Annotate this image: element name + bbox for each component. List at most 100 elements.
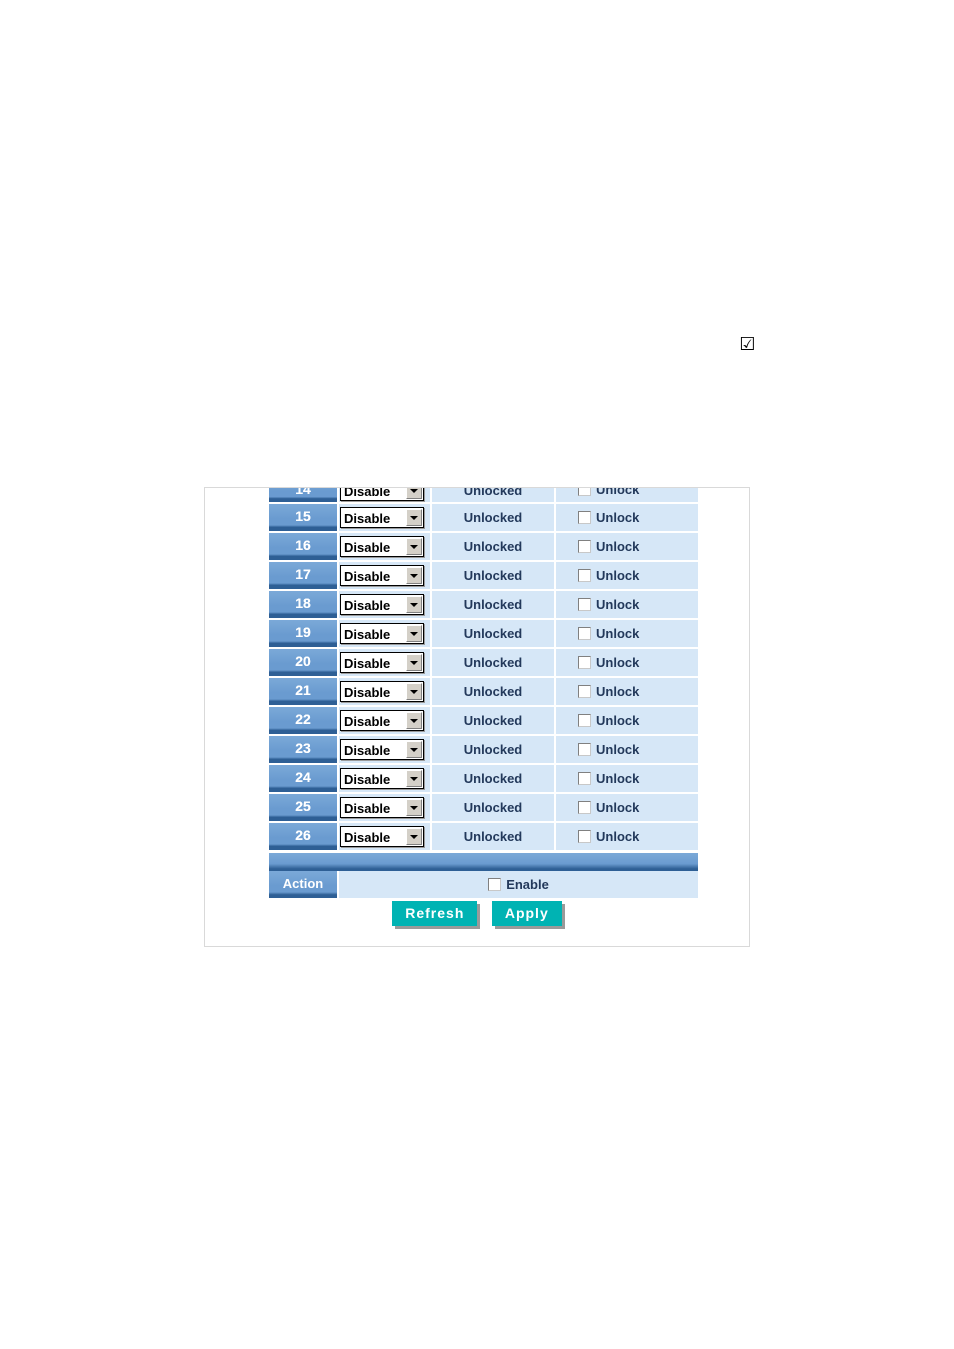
unlock-checkbox[interactable] — [578, 829, 591, 843]
unlock-action-cell: Unlock — [554, 735, 698, 765]
unlock-checkbox[interactable] — [578, 684, 591, 698]
table-row: 15 Disable Unlocked Unlock — [269, 503, 698, 533]
unlock-checkbox[interactable] — [578, 800, 591, 814]
port-number-cell: 15 — [269, 503, 339, 533]
chevron-down-icon[interactable] — [406, 625, 422, 642]
chevron-down-icon[interactable] — [406, 596, 422, 613]
unlock-checkbox[interactable] — [578, 713, 591, 727]
checked-checkbox-icon: ☑ — [739, 334, 756, 355]
port-security-panel: 14 Disable Unlocked Unlock 15 Disable Un… — [204, 487, 750, 947]
unlock-checkbox[interactable] — [578, 626, 591, 640]
unlock-action-cell: Unlock — [554, 764, 698, 794]
mode-select[interactable]: Disable — [340, 594, 424, 615]
mode-select[interactable]: Disable — [340, 536, 424, 557]
lock-status-cell: Unlocked — [430, 793, 555, 823]
mode-select-cell: Disable — [338, 619, 431, 649]
mode-select-cell: Disable — [338, 590, 431, 620]
chevron-down-icon[interactable] — [406, 828, 422, 845]
unlock-action-cell: Unlock — [554, 532, 698, 562]
chevron-down-icon[interactable] — [406, 567, 422, 584]
unlock-action-cell: Unlock — [554, 706, 698, 736]
port-number-cell: 19 — [269, 619, 339, 649]
lock-status-cell: Unlocked — [430, 735, 555, 765]
mode-select[interactable]: Disable — [340, 623, 424, 644]
table-row: 17 Disable Unlocked Unlock — [269, 561, 698, 591]
port-number-cell: 17 — [269, 561, 339, 591]
separator-bar — [269, 852, 698, 871]
lock-status-cell: Unlocked — [430, 822, 555, 852]
table-row: 22 Disable Unlocked Unlock — [269, 706, 698, 736]
mode-select[interactable]: Disable — [340, 507, 424, 528]
mode-select[interactable]: Disable — [340, 565, 424, 586]
lock-status-cell: Unlocked — [430, 488, 555, 504]
chevron-down-icon[interactable] — [406, 770, 422, 787]
mode-select[interactable]: Disable — [340, 739, 424, 760]
lock-status-cell: Unlocked — [430, 561, 555, 591]
unlock-action-cell: Unlock — [554, 822, 698, 852]
port-security-table: 14 Disable Unlocked Unlock 15 Disable Un… — [269, 488, 698, 898]
mode-select[interactable]: Disable — [340, 768, 424, 789]
enable-checkbox[interactable] — [488, 877, 502, 891]
unlock-checkbox[interactable] — [578, 655, 591, 669]
chevron-down-icon[interactable] — [406, 741, 422, 758]
table-row: 18 Disable Unlocked Unlock — [269, 590, 698, 620]
table-row: 23 Disable Unlocked Unlock — [269, 735, 698, 765]
mode-select[interactable]: Disable — [340, 488, 424, 501]
apply-button[interactable]: Apply — [491, 901, 562, 926]
port-number-cell: 20 — [269, 648, 339, 678]
unlock-action-cell: Unlock — [554, 677, 698, 707]
chevron-down-icon[interactable] — [406, 799, 422, 816]
unlock-checkbox[interactable] — [578, 539, 591, 553]
table-separator-row — [269, 851, 698, 871]
mode-select-cell: Disable — [338, 648, 431, 678]
mode-select-cell: Disable — [338, 793, 431, 823]
port-number-cell: 25 — [269, 793, 339, 823]
table-row-clipped: 14 Disable Unlocked Unlock — [269, 488, 698, 504]
mode-select-cell: Disable — [338, 488, 431, 504]
lock-status-cell: Unlocked — [430, 677, 555, 707]
mode-select-cell: Disable — [338, 706, 431, 736]
table-row: 19 Disable Unlocked Unlock — [269, 619, 698, 649]
unlock-action-cell: Unlock — [554, 488, 698, 504]
unlock-action-cell: Unlock — [554, 793, 698, 823]
mode-select[interactable]: Disable — [340, 826, 424, 847]
unlock-action-cell: Unlock — [554, 503, 698, 533]
lock-status-cell: Unlocked — [430, 503, 555, 533]
refresh-button[interactable]: Refresh — [392, 901, 478, 926]
chevron-down-icon[interactable] — [406, 683, 422, 700]
unlock-checkbox[interactable] — [578, 771, 591, 785]
port-number-cell: 18 — [269, 590, 339, 620]
mode-select-cell: Disable — [338, 532, 431, 562]
table-body: 14 Disable Unlocked Unlock 15 Disable Un… — [269, 488, 698, 898]
chevron-down-icon[interactable] — [406, 654, 422, 671]
unlock-action-cell: Unlock — [554, 619, 698, 649]
port-number-cell: 23 — [269, 735, 339, 765]
port-number-cell: 16 — [269, 532, 339, 562]
chevron-down-icon[interactable] — [406, 509, 422, 526]
button-bar: Refresh Apply — [205, 901, 749, 926]
mode-select-cell: Disable — [338, 561, 431, 591]
mode-select-cell: Disable — [338, 822, 431, 852]
chevron-down-icon[interactable] — [406, 538, 422, 555]
chevron-down-icon[interactable] — [406, 712, 422, 729]
separator-cell — [269, 851, 698, 871]
table-row: 21 Disable Unlocked Unlock — [269, 677, 698, 707]
mode-select-cell: Disable — [338, 503, 431, 533]
unlock-checkbox[interactable] — [578, 488, 591, 496]
unlock-checkbox[interactable] — [578, 510, 591, 524]
unlock-checkbox[interactable] — [578, 742, 591, 756]
lock-status-cell: Unlocked — [430, 706, 555, 736]
unlock-checkbox[interactable] — [578, 568, 591, 582]
lock-status-cell: Unlocked — [430, 619, 555, 649]
chevron-down-icon[interactable] — [406, 488, 422, 499]
unlock-checkbox[interactable] — [578, 597, 591, 611]
port-number-cell: 24 — [269, 764, 339, 794]
mode-select[interactable]: Disable — [340, 681, 424, 702]
unlock-action-cell: Unlock — [554, 561, 698, 591]
port-number-cell: 22 — [269, 706, 339, 736]
table-row: 16 Disable Unlocked Unlock — [269, 532, 698, 562]
mode-select[interactable]: Disable — [340, 710, 424, 731]
unlock-action-cell: Unlock — [554, 590, 698, 620]
mode-select[interactable]: Disable — [340, 652, 424, 673]
mode-select[interactable]: Disable — [340, 797, 424, 818]
